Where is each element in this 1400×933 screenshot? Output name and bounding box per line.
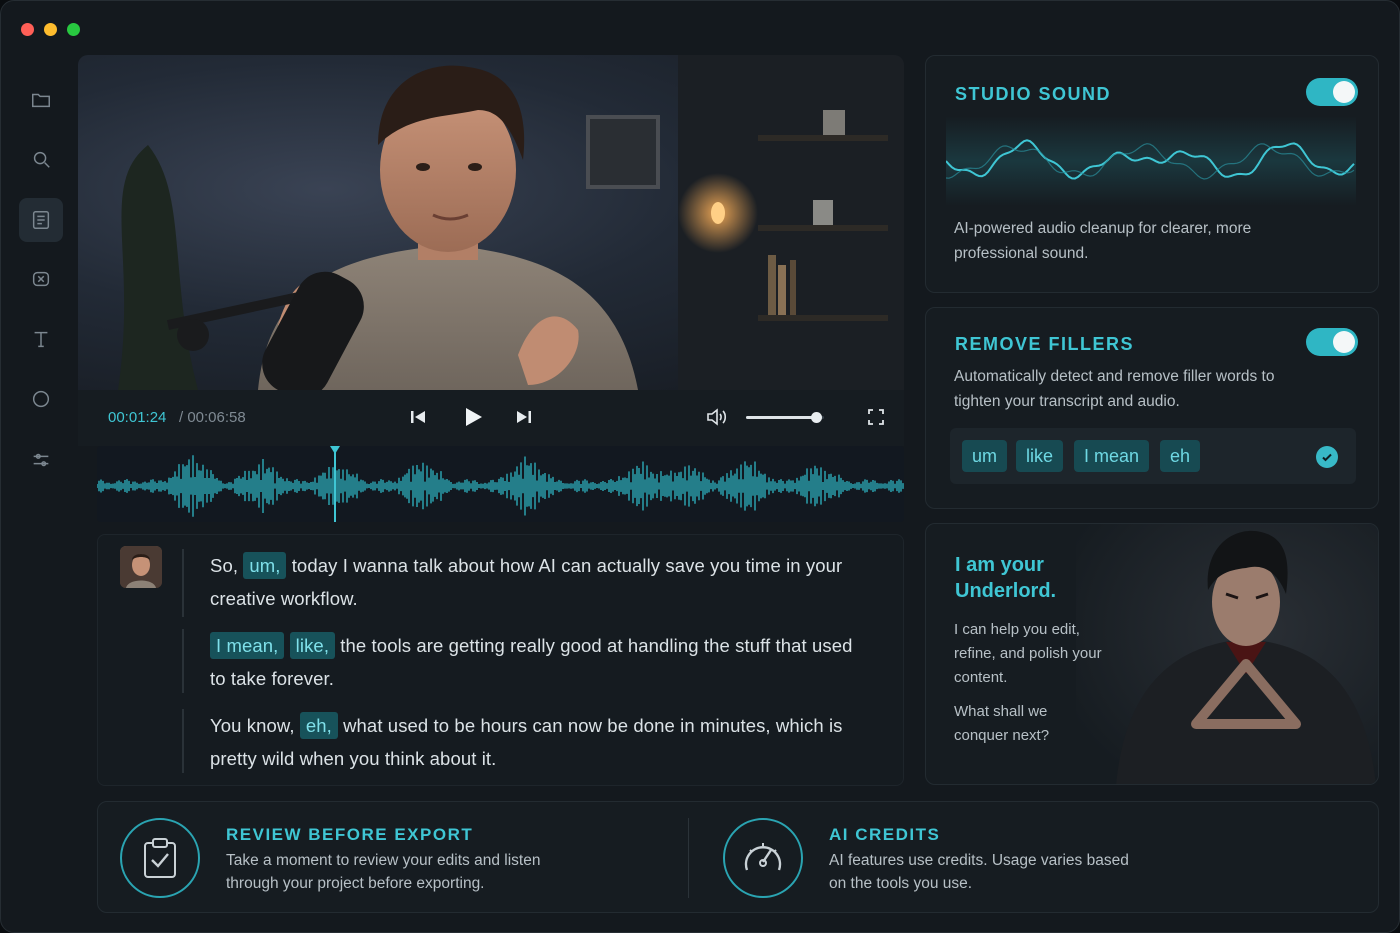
filler-chip-eh[interactable]: eh <box>1160 440 1201 472</box>
confirm-check-icon[interactable] <box>1316 446 1338 468</box>
text-icon <box>34 331 48 348</box>
filler-chip-um[interactable]: um <box>962 440 1008 472</box>
filler-chip-like[interactable]: like <box>1016 440 1064 472</box>
transcript-paragraph-1[interactable]: So, um, today I wanna talk about how AI … <box>182 549 862 617</box>
volume-button[interactable] <box>704 404 730 430</box>
sidebar-item-media[interactable] <box>19 257 63 301</box>
bottom-divider <box>688 818 689 898</box>
sidebar-item-adjust[interactable] <box>19 438 63 482</box>
window-controls <box>21 23 80 36</box>
total-time: / 00:06:58 <box>179 409 246 426</box>
underlord-character-image <box>1076 524 1378 784</box>
skip-back-button[interactable] <box>405 404 431 430</box>
underlord-title-line1: I am your <box>955 554 1044 576</box>
studio-sound-description: AI-powered audio cleanup for clearer, mo… <box>954 220 1252 262</box>
play-button[interactable] <box>458 402 488 432</box>
remove-fillers-title: REMOVE FILLERS <box>955 334 1135 354</box>
transcript-words[interactable]: So, <box>210 555 243 576</box>
transcript-words[interactable]: today I wanna talk about how AI can actu… <box>210 555 842 609</box>
credits-text: AI features use credits. Usage varies ba… <box>829 852 1129 892</box>
filler-word-highlight[interactable]: I mean, <box>210 632 285 659</box>
zoom-window-button[interactable] <box>67 23 80 36</box>
folder-icon <box>32 93 50 108</box>
media-icon <box>32 271 50 287</box>
studio-sound-toggle[interactable] <box>1306 78 1358 106</box>
review-icon-badge <box>120 818 200 898</box>
video-frame-image <box>118 55 904 390</box>
search-icon <box>33 151 50 168</box>
underlord-prompt-text: What shall we conquer next? <box>954 703 1050 744</box>
credits-title: AI CREDITS <box>829 825 941 844</box>
video-preview[interactable] <box>78 55 904 390</box>
skip-forward-button[interactable] <box>511 404 537 430</box>
app-window: 00:01:24 / 00:06:58 So, um, today I wann… <box>0 0 1400 933</box>
filler-word-highlight[interactable]: eh, <box>299 712 338 739</box>
sidebar-item-files[interactable] <box>19 78 63 122</box>
audio-waveform-timeline[interactable] <box>96 446 904 522</box>
transcript-paragraph-3[interactable]: You know, eh, what used to be hours can … <box>182 709 862 773</box>
transcript-paragraph-2[interactable]: I mean, like, the tools are getting real… <box>182 629 862 693</box>
remove-fillers-toggle[interactable] <box>1306 328 1358 356</box>
volume-fill <box>746 416 817 419</box>
skip-forward-icon <box>517 411 531 423</box>
studio-sound-waveform <box>946 116 1356 206</box>
underlord-intro-text: I can help you edit, refine, and polish … <box>954 621 1102 686</box>
review-title: REVIEW BEFORE EXPORT <box>226 825 474 844</box>
sidebar-item-search[interactable] <box>19 137 63 181</box>
underlord-title-line2: Underlord. <box>955 580 1057 602</box>
credits-icon-badge <box>723 818 803 898</box>
filler-chip-i-mean[interactable]: I mean <box>1074 440 1150 472</box>
sidebar-item-text[interactable] <box>19 317 63 361</box>
volume-knob[interactable] <box>811 412 823 423</box>
transcript-text: So, um, today I wanna talk about how AI … <box>210 549 862 615</box>
fullscreen-button[interactable] <box>863 404 889 430</box>
playhead-handle[interactable] <box>330 446 340 454</box>
sidebar-item-transcript[interactable] <box>19 198 63 242</box>
speaker-avatar[interactable] <box>120 546 162 588</box>
filler-word-highlight[interactable]: like, <box>289 632 336 659</box>
remove-fillers-description: Automatically detect and remove filler w… <box>954 368 1275 410</box>
underlord-card: I am your Underlord. I can help you edit… <box>925 523 1379 785</box>
filler-words-list: um like I mean eh <box>950 428 1356 484</box>
transcript-panel: So, um, today I wanna talk about how AI … <box>97 534 904 786</box>
shape-icon <box>32 390 50 408</box>
transcript-text: You know, eh, what used to be hours can … <box>210 709 862 775</box>
fullscreen-icon <box>868 409 884 425</box>
studio-sound-title: STUDIO SOUND <box>955 84 1112 104</box>
minimize-window-button[interactable] <box>44 23 57 36</box>
sidebar-item-shapes[interactable] <box>19 377 63 421</box>
playhead[interactable] <box>97 446 904 522</box>
volume-slider[interactable] <box>746 412 824 423</box>
play-icon <box>466 408 482 426</box>
transcript-text: I mean, like, the tools are getting real… <box>210 629 862 695</box>
filler-word-highlight[interactable]: um, <box>243 552 287 579</box>
speaker-avatar-image <box>120 546 162 588</box>
skip-back-icon <box>411 411 425 423</box>
transcript-words[interactable]: You know, <box>210 715 300 736</box>
sidebar <box>1 53 79 932</box>
transcript-icon <box>32 211 50 229</box>
adjust-icon <box>33 453 49 467</box>
volume-icon <box>707 408 727 426</box>
player-controls: 00:01:24 / 00:06:58 <box>78 390 904 446</box>
gauge-icon <box>744 843 782 871</box>
review-text: Take a moment to review your edits and l… <box>226 852 541 892</box>
clipboard-check-icon <box>144 838 176 878</box>
bottom-info-bar: REVIEW BEFORE EXPORT Take a moment to re… <box>97 801 1379 913</box>
studio-sound-card: STUDIO SOUND AI-powered audio cleanup fo… <box>925 55 1379 293</box>
remove-fillers-card: REMOVE FILLERS Automatically detect and … <box>925 307 1379 509</box>
close-window-button[interactable] <box>21 23 34 36</box>
current-time: 00:01:24 <box>108 409 167 426</box>
transcript-words[interactable] <box>284 635 289 656</box>
